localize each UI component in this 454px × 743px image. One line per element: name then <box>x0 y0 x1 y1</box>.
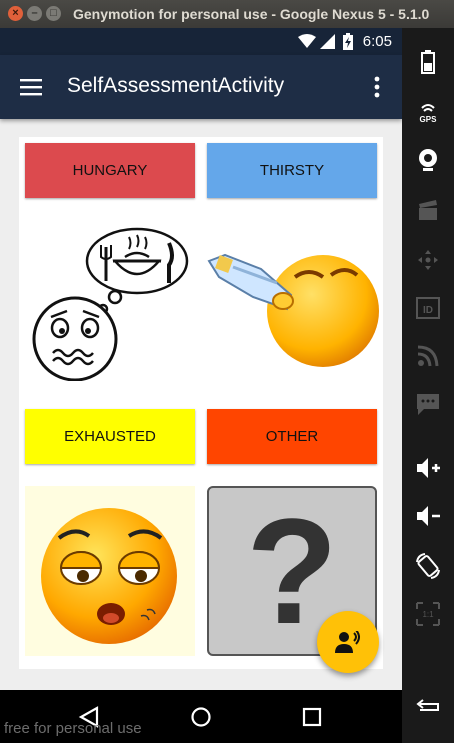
window-title: Genymotion for personal use - Google Nex… <box>73 6 430 22</box>
recents-icon[interactable] <box>302 707 322 727</box>
gps-icon[interactable]: GPS <box>414 98 442 126</box>
window-minimize-button[interactable]: – <box>27 6 42 21</box>
app-bar: SelfAssessmentActivity <box>0 55 402 119</box>
other-button[interactable]: OTHER <box>207 409 377 464</box>
device-id-icon[interactable]: ID <box>414 294 442 322</box>
rotate-screen-icon[interactable] <box>414 552 442 580</box>
ratio-label: 1:1 <box>422 610 434 619</box>
network-icon[interactable] <box>414 342 442 370</box>
webcam-icon[interactable] <box>414 146 442 174</box>
capture-icon[interactable] <box>414 196 442 224</box>
more-options-icon[interactable] <box>366 75 388 99</box>
hungry-face-image[interactable] <box>29 221 189 381</box>
sms-icon[interactable] <box>414 390 442 418</box>
back-arrow-icon[interactable] <box>414 692 442 720</box>
thirsty-face-image[interactable] <box>205 249 381 385</box>
exhausted-button[interactable]: EXHAUSTED <box>25 409 195 464</box>
volume-down-icon[interactable] <box>414 502 442 530</box>
thirsty-button[interactable]: THIRSTY <box>207 143 377 198</box>
watermark-text: free for personal use <box>4 720 142 737</box>
svg-text:GPS: GPS <box>420 115 438 124</box>
status-time: 6:05 <box>362 33 392 50</box>
home-icon[interactable] <box>190 706 212 728</box>
window-close-button[interactable]: × <box>8 6 23 21</box>
emulator-side-panel: GPS ID 1:1 <box>402 28 454 743</box>
page-title: SelfAssessmentActivity <box>67 74 285 97</box>
speak-fab-button[interactable] <box>317 611 379 673</box>
hamburger-menu-icon[interactable] <box>20 78 42 96</box>
window-maximize-button[interactable]: □ <box>46 6 61 21</box>
device-id-label: ID <box>423 305 433 316</box>
battery-charging-icon <box>343 33 353 50</box>
options-card: HUNGARY THIRSTY EXHAUSTED OTHER ? <box>19 137 383 669</box>
window-title-bar: × – □ Genymotion for personal use - Goog… <box>0 0 454 28</box>
pixel-perfect-icon[interactable]: 1:1 <box>414 600 442 628</box>
speaking-person-icon <box>335 631 360 653</box>
volume-up-icon[interactable] <box>414 454 442 482</box>
dpad-icon[interactable] <box>414 246 442 274</box>
signal-icon <box>320 34 335 49</box>
battery-icon[interactable] <box>414 48 442 76</box>
exhausted-face-image[interactable] <box>25 486 195 656</box>
status-bar: 6:05 <box>0 28 402 55</box>
hungary-button[interactable]: HUNGARY <box>25 143 195 198</box>
device-screen: 6:05 SelfAssessmentActivity HUNGARY THIR… <box>0 28 402 690</box>
wifi-icon <box>298 34 316 48</box>
